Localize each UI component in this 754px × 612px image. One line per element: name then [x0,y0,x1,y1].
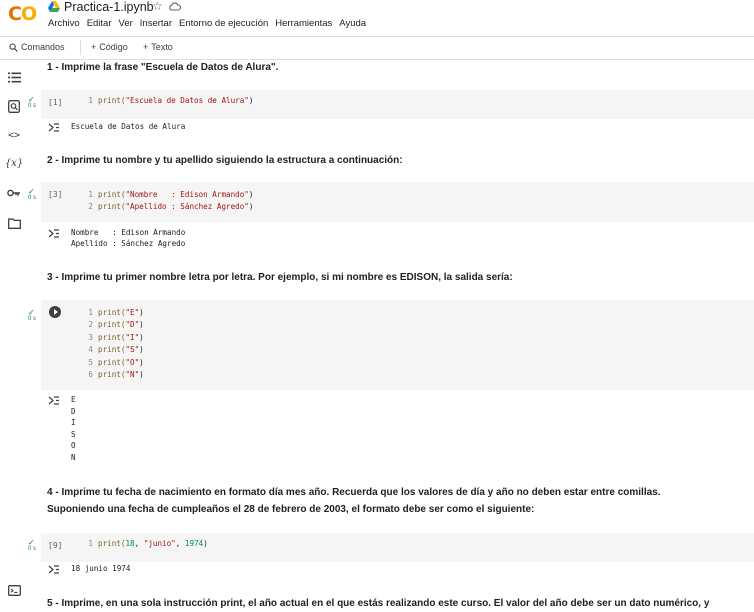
code-line[interactable]: 4 print("S") [83,344,143,356]
menu-insertar[interactable]: Insertar [140,18,172,29]
add-text-label: Texto [151,42,173,52]
menu-editar[interactable]: Editar [87,18,112,29]
folder-icon[interactable] [6,215,22,231]
exec-count[interactable]: [1] [48,98,62,107]
left-sidebar: <> {x} [0,58,28,607]
secrets-key-icon[interactable] [6,185,22,201]
menu-ver[interactable]: Ver [119,18,133,29]
menu-archivo[interactable]: Archivo [48,18,80,29]
plus-icon: + [143,42,149,52]
search-icon[interactable] [6,98,22,114]
code-line[interactable]: 1 print("E") [83,307,143,319]
code-line[interactable]: 1 print("Escuela de Datos de Alura") [83,95,253,107]
code-cell-4[interactable]: ✓ 0 s [9] 1 print(18, "junio", 1974) [28,533,754,562]
code-cell-1[interactable]: ✓ 0 s [1] 1 print("Escuela de Datos de Alu… [28,90,754,119]
output-text: O [71,441,76,450]
run-status: ✓ 0 s [28,188,40,202]
run-cell-button[interactable] [49,306,61,318]
output-text: Nombre : Edison Armando [71,228,186,237]
run-status: ✓ 0 s [28,539,40,553]
menu-ayuda[interactable]: Ayuda [339,18,366,29]
cloud-icon[interactable] [168,1,181,11]
markdown-cell-1[interactable]: 1 - Imprime la frase "Escuela de Datos d… [47,59,278,76]
add-code-button[interactable]: + Código [91,42,128,52]
markdown-cell-3[interactable]: 3 - Imprime tu primer nombre letra por l… [47,269,513,286]
terminal-icon[interactable] [6,582,22,598]
drive-icon[interactable] [48,1,60,12]
code-cell-3[interactable]: ✓ 0 s 1 print("E") 2 print("D") 3 print("I")… [28,300,754,390]
menu-bar: Archivo Editar Ver Insertar Entorno de e… [48,18,366,29]
commands-label: Comandos [21,42,65,52]
code-line[interactable]: 6 print("N") [83,369,143,381]
search-icon [9,42,18,52]
add-code-label: Código [99,42,128,52]
code-line[interactable]: 5 print("O") [83,357,143,369]
run-status: ✓ 0 s [28,96,40,110]
output-text: D [71,406,76,416]
toolbar-divider [80,40,81,55]
output-text: 18 junio 1974 [71,564,131,573]
output-text: S [71,429,76,439]
notebook-title[interactable]: Practica-1.ipynb [64,0,154,14]
output-toggle-icon[interactable] [48,565,60,574]
exec-count[interactable]: [3] [48,190,62,199]
output-text: E [71,395,76,404]
code-line[interactable]: 2 print("D") [83,319,143,331]
code-line[interactable]: 3 print("I") [83,332,143,344]
top-bar: CO Practica-1.ipynb ☆ Archivo Editar Ver… [0,0,754,36]
markdown-cell-4-line-2[interactable]: Suponiendo una fecha de cumpleaños el 28… [47,501,534,518]
menu-entorno[interactable]: Entorno de ejecución [179,18,268,29]
notebook-content: 1 - Imprime la frase "Escuela de Datos d… [28,58,754,609]
output-text: I [71,418,76,427]
variables-icon[interactable]: {x} [5,155,23,171]
exec-count[interactable]: [9] [48,541,62,550]
run-status: ✓ 0 s [28,309,40,323]
markdown-cell-2[interactable]: 2 - Imprime tu nombre y tu apellido sigu… [47,152,403,169]
markdown-cell-4-line-1[interactable]: 4 - Imprime tu fecha de nacimiento en fo… [47,484,661,501]
star-icon[interactable]: ☆ [152,0,163,13]
output-text: Escuela de Datos de Alura [71,122,186,131]
output-text: N [71,452,76,462]
plus-icon: + [91,42,97,52]
add-text-button[interactable]: + Texto [143,42,173,52]
colab-logo[interactable]: CO [8,3,37,25]
toolbar: Comandos + Código + Texto [0,36,754,60]
code-snippets-icon[interactable]: <> [6,127,22,143]
commands-button[interactable]: Comandos [9,42,65,52]
code-line[interactable]: 1 print(18, "junio", 1974) [83,538,207,550]
output-toggle-icon[interactable] [48,123,60,132]
code-line[interactable]: 1 print("Nombre : Edison Armando") [83,189,253,201]
markdown-cell-5[interactable]: 5 - Imprime, en una sola instrucción pri… [47,595,709,612]
code-cell-2[interactable]: ✓ 0 s [3] 1 print("Nombre : Edison Armando… [28,182,754,222]
output-toggle-icon[interactable] [48,396,60,405]
output-toggle-icon[interactable] [48,229,60,238]
output-text: Apellido : Sánchez Agredo [71,239,186,248]
code-line[interactable]: 2 print("Apellido : Sánchez Agredo") [83,201,253,213]
menu-herramientas[interactable]: Herramientas [275,18,332,29]
toc-icon[interactable] [6,69,22,85]
